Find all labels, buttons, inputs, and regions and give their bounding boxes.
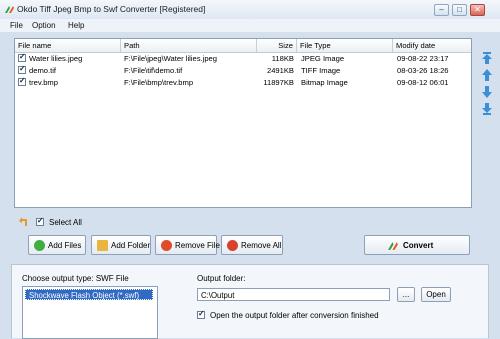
output-folder-label: Output folder: bbox=[197, 274, 246, 283]
remove-all-button[interactable]: Remove All bbox=[221, 235, 283, 255]
convert-label: Convert bbox=[403, 241, 434, 250]
maximize-button[interactable]: □ bbox=[452, 4, 467, 16]
file-list[interactable]: File name Path Size File Type Modify dat… bbox=[14, 38, 472, 208]
table-row[interactable]: demo.tif F:\File\tif\demo.tif 2491KB TIF… bbox=[15, 64, 471, 76]
size-cell: 118KB bbox=[271, 54, 294, 63]
output-folder-field[interactable]: C:\Output bbox=[197, 288, 390, 301]
browse-button[interactable]: ... bbox=[397, 287, 415, 302]
menu-option[interactable]: Option bbox=[32, 21, 56, 30]
add-folder-label: Add Folder bbox=[111, 241, 151, 250]
arrow-down-icon[interactable] bbox=[480, 85, 494, 99]
path-cell: F:\File\jpeg\Water lilies.jpeg bbox=[124, 54, 217, 63]
column-size[interactable]: Size bbox=[257, 39, 297, 52]
type-cell: JPEG Image bbox=[301, 54, 345, 63]
row-checkbox[interactable] bbox=[18, 52, 26, 62]
remove-all-icon bbox=[227, 240, 238, 251]
table-row[interactable]: trev.bmp F:\File\bmp\trev.bmp 11897KB Bi… bbox=[15, 76, 471, 88]
arrow-up-icon[interactable] bbox=[480, 68, 494, 82]
path-cell: F:\File\tif\demo.tif bbox=[124, 66, 183, 75]
close-button[interactable]: ✕ bbox=[470, 4, 485, 16]
row-checkbox[interactable] bbox=[18, 76, 26, 86]
column-modify-date[interactable]: Modify date bbox=[393, 39, 471, 52]
add-folder-button[interactable]: Add Folder bbox=[91, 235, 151, 255]
file-name-cell: demo.tif bbox=[29, 66, 57, 75]
type-cell: TIFF Image bbox=[301, 66, 341, 75]
file-name-cell: trev.bmp bbox=[29, 78, 58, 87]
app-logo-icon bbox=[5, 6, 14, 13]
column-file-name[interactable]: File name bbox=[15, 39, 121, 52]
remove-icon bbox=[161, 240, 172, 251]
output-type-option[interactable]: Shockwave Flash Object (*.swf) bbox=[25, 289, 153, 300]
type-cell: Bitmap Image bbox=[301, 78, 348, 87]
move-top-icon[interactable] bbox=[480, 51, 494, 65]
file-list-header: File name Path Size File Type Modify dat… bbox=[15, 39, 471, 53]
column-path[interactable]: Path bbox=[121, 39, 257, 52]
column-file-type[interactable]: File Type bbox=[297, 39, 393, 52]
menu-help[interactable]: Help bbox=[68, 21, 84, 30]
path-cell: F:\File\bmp\trev.bmp bbox=[124, 78, 194, 87]
output-type-label: Choose output type: SWF File bbox=[22, 274, 129, 283]
size-cell: 2491KB bbox=[266, 66, 294, 75]
convert-icon bbox=[388, 242, 398, 250]
date-cell: 09-08-22 23:17 bbox=[397, 54, 449, 63]
open-after-conversion-checkbox[interactable] bbox=[197, 309, 205, 319]
remove-all-label: Remove All bbox=[241, 241, 282, 250]
table-row[interactable]: Water lilies.jpeg F:\File\jpeg\Water lil… bbox=[15, 52, 471, 64]
add-files-label: Add Files bbox=[48, 241, 82, 250]
add-icon bbox=[34, 240, 45, 251]
open-after-conversion-label: Open the output folder after conversion … bbox=[210, 311, 379, 320]
window-title: Okdo Tiff Jpeg Bmp to Swf Converter [Reg… bbox=[17, 4, 206, 14]
add-files-button[interactable]: Add Files bbox=[28, 235, 86, 255]
convert-button[interactable]: Convert bbox=[364, 235, 470, 255]
back-arrow-icon[interactable] bbox=[17, 215, 30, 228]
size-cell: 11897KB bbox=[263, 78, 294, 87]
select-all-checkbox[interactable] bbox=[36, 216, 44, 226]
row-checkbox[interactable] bbox=[18, 64, 26, 74]
remove-file-label: Remove File bbox=[175, 241, 220, 250]
folder-icon bbox=[97, 240, 108, 251]
select-all-label: Select All bbox=[49, 218, 82, 227]
date-cell: 08-03-26 18:26 bbox=[397, 66, 449, 75]
date-cell: 09-08-12 06:01 bbox=[397, 78, 449, 87]
menu-file[interactable]: File bbox=[10, 21, 23, 30]
remove-file-button[interactable]: Remove File bbox=[155, 235, 220, 255]
minimize-button[interactable]: – bbox=[434, 4, 449, 16]
move-bottom-icon[interactable] bbox=[480, 102, 494, 116]
open-button[interactable]: Open bbox=[421, 287, 451, 302]
file-name-cell: Water lilies.jpeg bbox=[29, 54, 83, 63]
